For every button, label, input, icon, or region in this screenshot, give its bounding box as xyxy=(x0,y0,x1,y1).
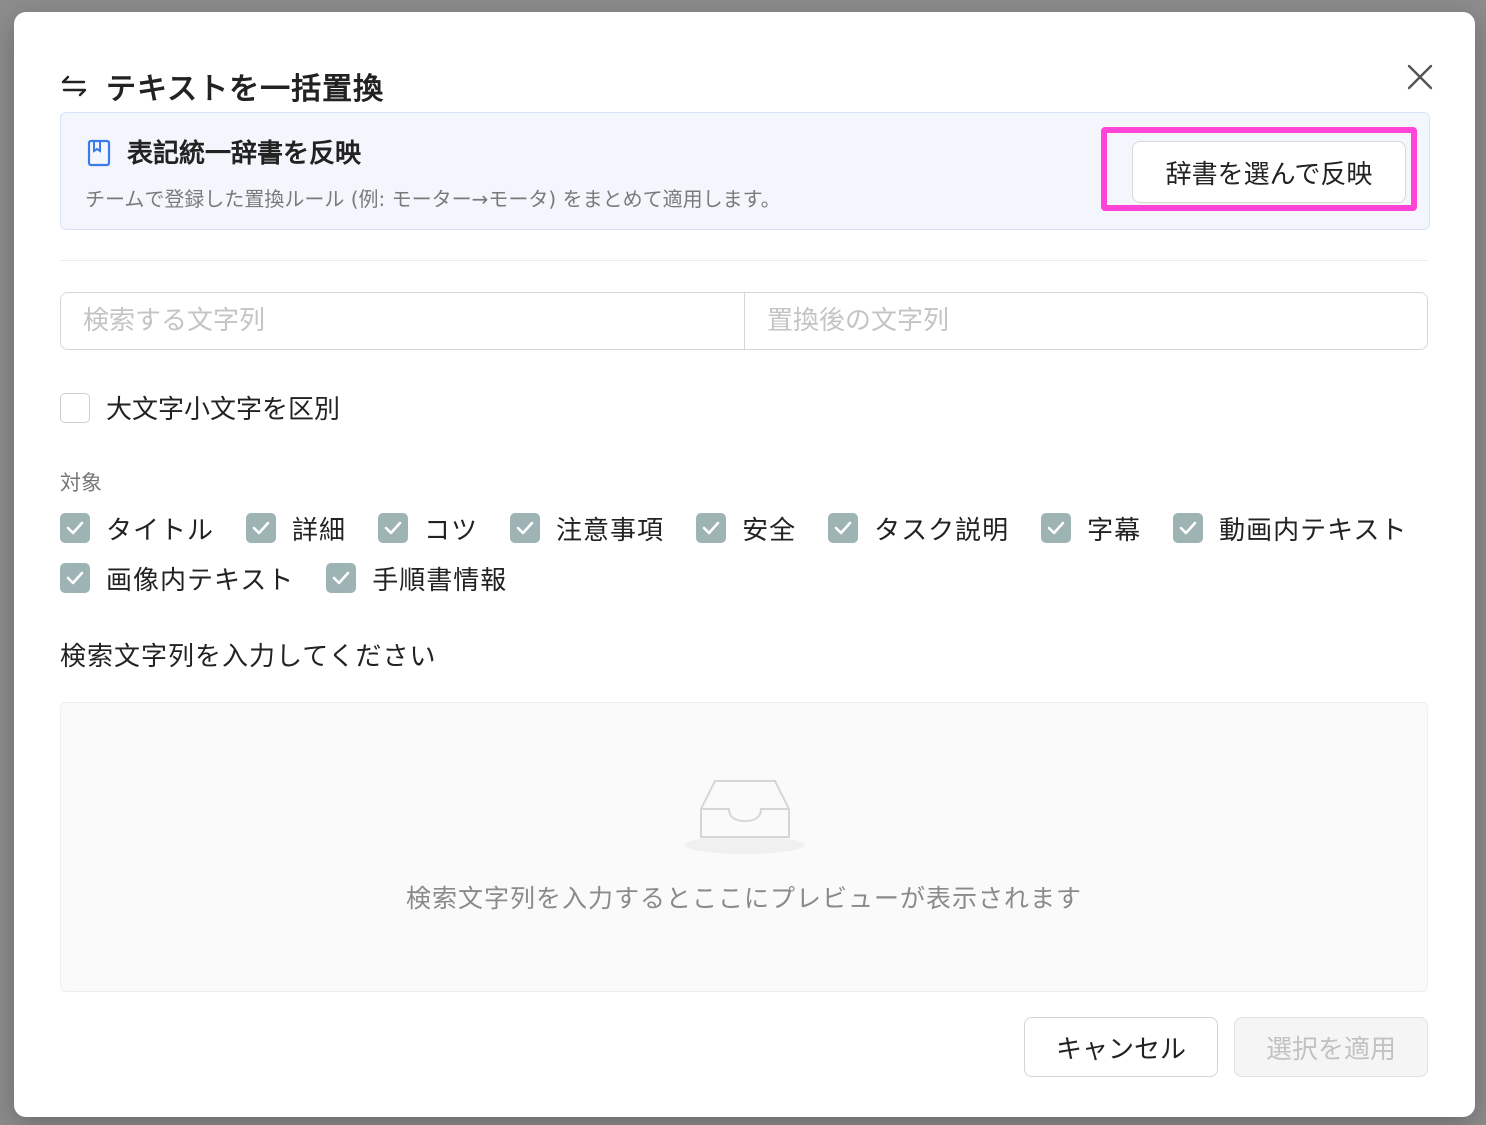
targets-row: 画像内テキスト 手順書情報 xyxy=(60,560,1440,596)
apply-selection-button[interactable]: 選択を適用 xyxy=(1234,1017,1428,1077)
target-label: コツ xyxy=(424,515,479,546)
case-sensitive-checkbox[interactable] xyxy=(60,392,90,423)
targets-row: タイトル 詳細 コツ 注意事項 安全 タスク説明 字幕 動画内テキスト xyxy=(60,510,1440,546)
checkbox-checked-icon[interactable] xyxy=(828,513,859,543)
target-label: 注意事項 xyxy=(556,515,665,546)
checkbox-checked-icon[interactable] xyxy=(60,563,90,593)
target-title[interactable]: タイトル xyxy=(60,510,214,547)
checkbox-checked-icon[interactable] xyxy=(696,513,727,543)
cancel-button[interactable]: キャンセル xyxy=(1024,1017,1218,1077)
target-manual-info[interactable]: 手順書情報 xyxy=(326,560,507,597)
checkbox-checked-icon[interactable] xyxy=(60,513,90,543)
checkbox-checked-icon[interactable] xyxy=(378,513,409,543)
search-input[interactable] xyxy=(61,293,745,349)
dictionary-title: 表記統一辞書を反映 xyxy=(127,139,362,169)
search-replace-inputs xyxy=(60,292,1428,350)
target-cautions[interactable]: 注意事項 xyxy=(510,510,664,547)
target-label: 字幕 xyxy=(1087,515,1142,546)
checkbox-checked-icon[interactable] xyxy=(1041,513,1072,543)
target-label: タイトル xyxy=(106,515,215,546)
book-icon xyxy=(87,139,111,167)
replace-input[interactable] xyxy=(745,293,1427,349)
target-label: 動画内テキスト xyxy=(1219,515,1408,546)
checkbox-checked-icon[interactable] xyxy=(510,513,541,543)
divider xyxy=(60,260,1428,261)
replace-dialog: テキストを一括置換 表記統一辞書を反映 チームで登録した置換ルール (例: モー… xyxy=(14,12,1475,1117)
preview-empty-text: 検索文字列を入力するとここにプレビューが表示されます xyxy=(405,884,1082,913)
preview-area: 検索文字列を入力するとここにプレビューが表示されます xyxy=(60,702,1428,992)
target-label: 安全 xyxy=(742,515,797,546)
target-label: 手順書情報 xyxy=(372,565,508,596)
case-sensitive-label: 大文字小文字を区別 xyxy=(106,395,341,425)
target-tips[interactable]: コツ xyxy=(378,510,478,547)
case-sensitive-option[interactable]: 大文字小文字を区別 xyxy=(60,389,340,426)
checkbox-checked-icon[interactable] xyxy=(246,513,277,543)
empty-inbox-icon xyxy=(685,780,805,854)
target-task-description[interactable]: タスク説明 xyxy=(828,510,1009,547)
status-hint: 検索文字列を入力してください xyxy=(60,642,437,672)
targets-group: タイトル 詳細 コツ 注意事項 安全 タスク説明 字幕 動画内テキスト 画像内テ… xyxy=(60,510,1440,610)
target-label: 画像内テキスト xyxy=(106,565,295,596)
target-label: タスク説明 xyxy=(874,515,1010,546)
checkbox-checked-icon[interactable] xyxy=(326,563,357,593)
close-icon[interactable] xyxy=(1403,60,1437,94)
target-image-text[interactable]: 画像内テキスト xyxy=(60,560,294,597)
swap-arrows-icon xyxy=(61,75,87,97)
target-subtitles[interactable]: 字幕 xyxy=(1041,510,1141,547)
target-video-text[interactable]: 動画内テキスト xyxy=(1173,510,1407,547)
dialog-title: テキストを一括置換 xyxy=(106,72,385,107)
target-label: 詳細 xyxy=(292,515,347,546)
dialog-header: テキストを一括置換 xyxy=(60,64,384,108)
dictionary-panel: 表記統一辞書を反映 チームで登録した置換ルール (例: モーター→モータ) をま… xyxy=(60,112,1430,230)
targets-label: 対象 xyxy=(60,471,102,495)
checkbox-checked-icon[interactable] xyxy=(1173,513,1204,543)
target-detail[interactable]: 詳細 xyxy=(246,510,346,547)
select-dictionary-button[interactable]: 辞書を選んで反映 xyxy=(1132,141,1406,203)
target-safety[interactable]: 安全 xyxy=(696,510,796,547)
dictionary-description: チームで登録した置換ルール (例: モーター→モータ) をまとめて適用します。 xyxy=(85,187,781,211)
